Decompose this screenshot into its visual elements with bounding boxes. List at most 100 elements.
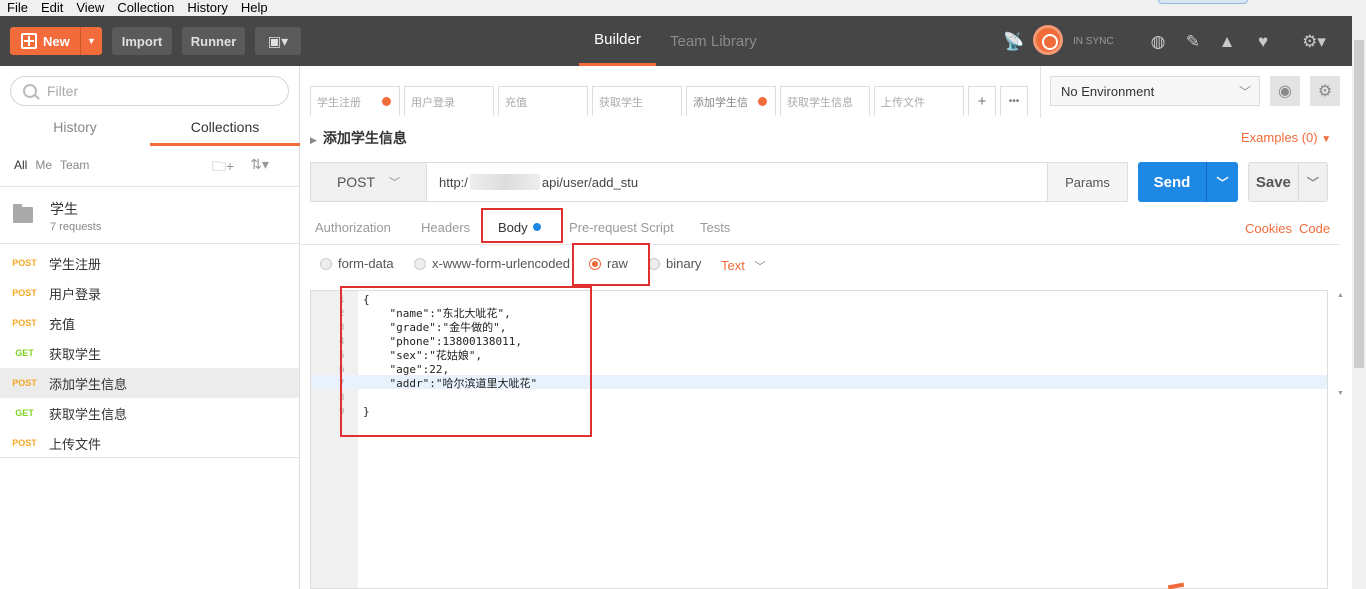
tab-builder[interactable]: Builder: [579, 16, 656, 66]
radio-raw[interactable]: [589, 258, 601, 270]
request-tab[interactable]: 学生注册: [310, 86, 400, 116]
tab-collections[interactable]: Collections: [150, 112, 300, 146]
params-button[interactable]: Params: [1047, 163, 1127, 201]
search-icon: [23, 84, 37, 98]
collection-count: 7 requests: [50, 221, 102, 233]
unsaved-dot-icon: [758, 97, 767, 106]
request-tab[interactable]: 获取学生: [592, 86, 682, 116]
runner-button[interactable]: Runner: [182, 27, 245, 55]
list-item[interactable]: POST 上传文件: [0, 428, 299, 458]
chevron-down-icon: ﹀: [389, 177, 401, 189]
scroll-down-icon[interactable]: ▼: [1337, 390, 1344, 397]
bell-icon[interactable]: ▲: [1217, 32, 1237, 52]
menu-view[interactable]: View: [69, 0, 110, 16]
request-tab-label: 用户登录: [411, 96, 455, 109]
request-name: 充值: [49, 316, 76, 332]
menu-edit[interactable]: Edit: [34, 0, 69, 16]
body-editor[interactable]: 1 2 3 4 5 6 7 8 9 { "name":"东北大呲花", "gra…: [310, 290, 1328, 589]
chevron-down-icon[interactable]: ▼: [80, 27, 102, 55]
code-line: "sex":"花姑娘",: [363, 349, 483, 362]
new-label: New: [43, 33, 70, 49]
scroll-up-icon[interactable]: ▲: [1337, 292, 1344, 299]
import-button[interactable]: Import: [112, 27, 172, 55]
save-button[interactable]: Save ﹀: [1248, 162, 1328, 202]
editor-scrollbar[interactable]: ▲ ▼: [1333, 290, 1347, 589]
code-link[interactable]: Code: [1299, 221, 1330, 236]
tab-tests[interactable]: Tests: [700, 220, 730, 235]
request-title[interactable]: ▶ 添加学生信息: [310, 128, 407, 148]
tab-pre-request-script[interactable]: Pre-request Script: [569, 220, 674, 235]
method-select[interactable]: POST ﹀: [311, 163, 427, 201]
menu-file[interactable]: File: [0, 0, 34, 16]
request-name: 用户登录: [49, 286, 102, 302]
send-button[interactable]: Send ﹀: [1138, 162, 1238, 202]
url-input[interactable]: http:/ api/user/add_stu: [427, 163, 1047, 201]
request-tab[interactable]: 上传文件: [874, 86, 964, 116]
line-number: 4: [339, 337, 345, 347]
request-tab[interactable]: 获取学生信息: [780, 86, 870, 116]
sort-icon[interactable]: ⇅▾: [250, 156, 269, 180]
list-item[interactable]: POST 添加学生信息: [0, 368, 299, 398]
request-tab-active[interactable]: 添加学生信: [686, 86, 776, 116]
tab-authorization[interactable]: Authorization: [315, 220, 391, 235]
line-number: 1: [339, 295, 345, 305]
radio-form-data[interactable]: [320, 258, 332, 270]
examples-dropdown[interactable]: Examples (0) ▼: [1241, 130, 1331, 145]
chevron-down-icon[interactable]: ﹀: [1297, 163, 1327, 201]
request-tab-label: 添加学生信: [693, 96, 748, 109]
new-button[interactable]: New ▼: [10, 27, 102, 55]
sync-status: IN SYNC: [1073, 36, 1114, 47]
list-item[interactable]: POST 用户登录: [0, 278, 299, 308]
request-name: 添加学生信息: [49, 376, 128, 392]
method-badge: GET: [15, 348, 34, 358]
radio-binary[interactable]: [648, 258, 660, 270]
request-tab-label: 获取学生: [599, 96, 643, 109]
raw-type-select[interactable]: Text ﹀: [721, 258, 765, 274]
add-tab-button[interactable]: +: [968, 86, 996, 116]
list-item[interactable]: GET 获取学生: [0, 338, 299, 368]
eye-icon[interactable]: ◉: [1270, 76, 1300, 106]
tab-headers[interactable]: Headers: [421, 220, 470, 235]
manage-environments-gear-icon[interactable]: ⚙: [1310, 76, 1340, 106]
request-tab[interactable]: 用户登录: [404, 86, 494, 116]
request-tab[interactable]: 充值: [498, 86, 588, 116]
list-item[interactable]: POST 学生注册: [0, 248, 299, 278]
environment-select[interactable]: No Environment ﹀: [1050, 76, 1260, 106]
cookies-link[interactable]: Cookies: [1245, 221, 1292, 236]
chevron-down-icon[interactable]: ﹀: [1206, 162, 1238, 202]
satellite-icon[interactable]: 📡: [1003, 32, 1024, 52]
filter-me[interactable]: Me: [35, 158, 52, 172]
send-label: Send: [1153, 173, 1191, 191]
more-tabs-button[interactable]: •••: [1000, 86, 1028, 116]
wrench-icon[interactable]: ✎: [1183, 32, 1203, 52]
unsaved-dot-icon: [382, 97, 391, 106]
scrollbar-thumb[interactable]: [1354, 40, 1364, 368]
settings-gear-icon[interactable]: ⚙▾: [1297, 32, 1331, 52]
request-name: 获取学生: [49, 346, 102, 362]
folder-icon: [13, 204, 33, 223]
filter-all[interactable]: All: [14, 158, 27, 172]
line-number: 7: [339, 379, 345, 389]
window-scrollbar[interactable]: [1352, 16, 1366, 589]
filter-team[interactable]: Team: [60, 158, 89, 172]
sidebar: Filter History Collections All Me Team 🗀…: [0, 66, 300, 589]
collection-folder[interactable]: 学生 7 requests: [0, 186, 299, 244]
new-window-button[interactable]: ▣▾: [255, 27, 301, 55]
code-line: {: [363, 293, 370, 306]
tab-team-library[interactable]: Team Library: [670, 16, 757, 66]
tab-history[interactable]: History: [0, 112, 150, 146]
new-collection-icon[interactable]: 🗀+: [212, 156, 234, 180]
menu-help[interactable]: Help: [234, 0, 274, 16]
globe-icon[interactable]: ◍: [1148, 32, 1168, 52]
menu-history[interactable]: History: [180, 0, 233, 16]
sync-icon[interactable]: [1033, 25, 1063, 55]
heart-icon[interactable]: ♥: [1253, 32, 1273, 52]
list-item[interactable]: GET 获取学生信息: [0, 398, 299, 428]
method-badge: GET: [15, 408, 34, 418]
method-badge: POST: [12, 288, 37, 298]
radio-urlencoded[interactable]: [414, 258, 426, 270]
tab-body[interactable]: Body: [498, 220, 541, 235]
menu-collection[interactable]: Collection: [110, 0, 180, 16]
list-item[interactable]: POST 充值: [0, 308, 299, 338]
filter-input[interactable]: Filter: [10, 76, 289, 106]
